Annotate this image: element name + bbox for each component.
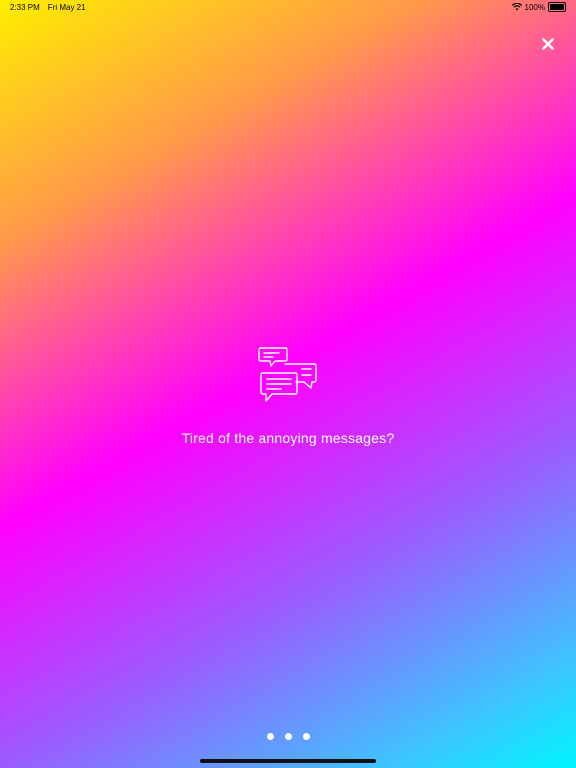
- battery-percent: 100%: [524, 2, 545, 12]
- status-date: Fri May 21: [47, 3, 86, 12]
- status-right: 100%: [511, 2, 566, 12]
- close-button[interactable]: [536, 32, 560, 56]
- status-bar: 2:33 PM Fri May 21 100%: [0, 0, 576, 14]
- battery-level: [550, 4, 564, 10]
- chat-bubbles-icon: [258, 347, 317, 402]
- onboarding-message: Tired of the annoying messages?: [181, 430, 395, 446]
- page-indicator[interactable]: [0, 733, 576, 740]
- page-dot-3[interactable]: [302, 733, 310, 740]
- status-left: 2:33 PM Fri May 21: [10, 3, 86, 12]
- page-dot-1[interactable]: [266, 733, 274, 740]
- home-indicator[interactable]: [200, 759, 376, 763]
- page-dot-2[interactable]: [284, 733, 292, 740]
- battery-icon: [548, 2, 566, 12]
- wifi-icon: [511, 3, 522, 11]
- status-time: 2:33 PM: [10, 3, 40, 12]
- close-icon: [542, 38, 554, 50]
